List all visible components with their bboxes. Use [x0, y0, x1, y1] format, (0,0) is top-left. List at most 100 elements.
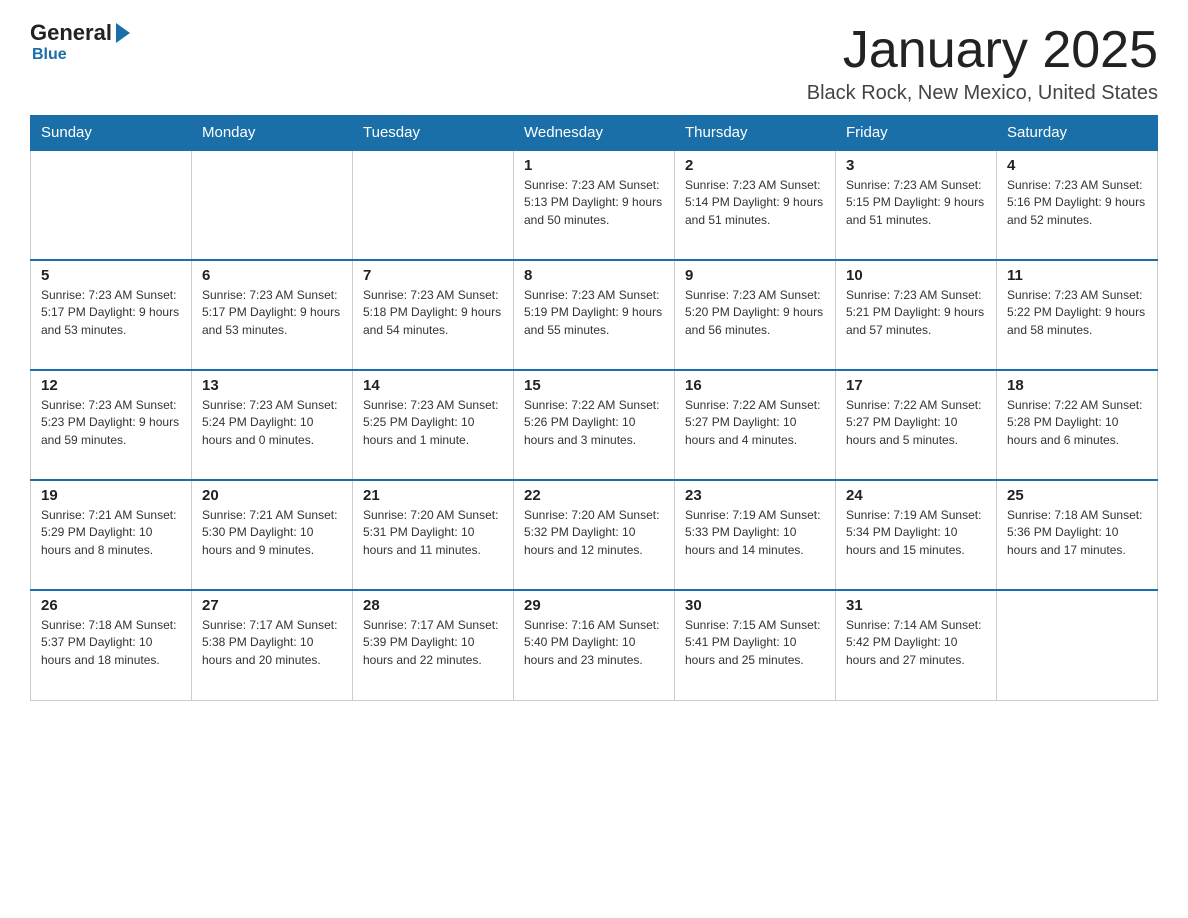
calendar-cell: 17 Sunrise: 7:22 AM Sunset: 5:27 PM Dayli… [836, 370, 997, 480]
day-info: Sunrise: 7:22 AM Sunset: 5:28 PM Dayligh… [1007, 397, 1147, 449]
calendar-cell: 25 Sunrise: 7:18 AM Sunset: 5:36 PM Dayli… [997, 480, 1158, 590]
day-info: Sunrise: 7:23 AM Sunset: 5:18 PM Dayligh… [363, 287, 503, 339]
day-number: 10 [846, 267, 986, 284]
calendar-header-row: SundayMondayTuesdayWednesdayThursdayFrid… [31, 116, 1158, 151]
calendar-cell: 2 Sunrise: 7:23 AM Sunset: 5:14 PM Daylig… [675, 150, 836, 260]
day-info: Sunrise: 7:21 AM Sunset: 5:29 PM Dayligh… [41, 507, 181, 559]
day-number: 25 [1007, 487, 1147, 504]
calendar-header-sunday: Sunday [31, 116, 192, 151]
calendar-week-4: 19 Sunrise: 7:21 AM Sunset: 5:29 PM Dayli… [31, 480, 1158, 590]
calendar-cell: 13Sunrise: 7:23 AM Sunset: 5:24 PM Dayli… [192, 370, 353, 480]
calendar-cell: 18 Sunrise: 7:22 AM Sunset: 5:28 PM Dayli… [997, 370, 1158, 480]
calendar-cell: 21Sunrise: 7:20 AM Sunset: 5:31 PM Dayli… [353, 480, 514, 590]
day-info: Sunrise: 7:22 AM Sunset: 5:27 PM Dayligh… [685, 397, 825, 449]
logo-arrow-icon [116, 23, 130, 43]
calendar-week-1: 1 Sunrise: 7:23 AM Sunset: 5:13 PM Daylig… [31, 150, 1158, 260]
calendar-header-wednesday: Wednesday [514, 116, 675, 151]
day-info: Sunrise: 7:23 AM Sunset: 5:25 PM Dayligh… [363, 397, 503, 449]
calendar-cell: 27 Sunrise: 7:17 AM Sunset: 5:38 PM Dayli… [192, 590, 353, 700]
calendar-cell: 7 Sunrise: 7:23 AM Sunset: 5:18 PM Daylig… [353, 260, 514, 370]
calendar-cell: 30Sunrise: 7:15 AM Sunset: 5:41 PM Dayli… [675, 590, 836, 700]
day-number: 23 [685, 487, 825, 504]
day-info: Sunrise: 7:22 AM Sunset: 5:27 PM Dayligh… [846, 397, 986, 449]
day-info: Sunrise: 7:23 AM Sunset: 5:21 PM Dayligh… [846, 287, 986, 339]
calendar-cell: 6 Sunrise: 7:23 AM Sunset: 5:17 PM Daylig… [192, 260, 353, 370]
day-info: Sunrise: 7:21 AM Sunset: 5:30 PM Dayligh… [202, 507, 342, 559]
day-info: Sunrise: 7:23 AM Sunset: 5:13 PM Dayligh… [524, 177, 664, 229]
calendar-week-2: 5Sunrise: 7:23 AM Sunset: 5:17 PM Daylig… [31, 260, 1158, 370]
day-number: 19 [41, 487, 181, 504]
day-info: Sunrise: 7:23 AM Sunset: 5:17 PM Dayligh… [202, 287, 342, 339]
day-number: 9 [685, 267, 825, 284]
day-number: 26 [41, 597, 181, 614]
day-info: Sunrise: 7:15 AM Sunset: 5:41 PM Dayligh… [685, 617, 825, 669]
calendar-cell: 19 Sunrise: 7:21 AM Sunset: 5:29 PM Dayli… [31, 480, 192, 590]
calendar-header-saturday: Saturday [997, 116, 1158, 151]
day-info: Sunrise: 7:22 AM Sunset: 5:26 PM Dayligh… [524, 397, 664, 449]
calendar-cell [353, 150, 514, 260]
day-info: Sunrise: 7:18 AM Sunset: 5:37 PM Dayligh… [41, 617, 181, 669]
day-number: 28 [363, 597, 503, 614]
day-number: 2 [685, 157, 825, 174]
day-info: Sunrise: 7:14 AM Sunset: 5:42 PM Dayligh… [846, 617, 986, 669]
calendar-cell: 9 Sunrise: 7:23 AM Sunset: 5:20 PM Daylig… [675, 260, 836, 370]
calendar-cell: 14 Sunrise: 7:23 AM Sunset: 5:25 PM Dayli… [353, 370, 514, 480]
calendar-header-friday: Friday [836, 116, 997, 151]
calendar-cell: 22 Sunrise: 7:20 AM Sunset: 5:32 PM Dayli… [514, 480, 675, 590]
month-title: January 2025 [807, 20, 1158, 80]
calendar-header-thursday: Thursday [675, 116, 836, 151]
calendar-cell [997, 590, 1158, 700]
calendar-cell: 3 Sunrise: 7:23 AM Sunset: 5:15 PM Daylig… [836, 150, 997, 260]
day-number: 6 [202, 267, 342, 284]
day-info: Sunrise: 7:16 AM Sunset: 5:40 PM Dayligh… [524, 617, 664, 669]
day-number: 7 [363, 267, 503, 284]
page-header: General Blue January 2025 Black Rock, Ne… [30, 20, 1158, 105]
day-info: Sunrise: 7:23 AM Sunset: 5:15 PM Dayligh… [846, 177, 986, 229]
day-info: Sunrise: 7:23 AM Sunset: 5:17 PM Dayligh… [41, 287, 181, 339]
calendar-cell: 16 Sunrise: 7:22 AM Sunset: 5:27 PM Dayli… [675, 370, 836, 480]
day-info: Sunrise: 7:20 AM Sunset: 5:32 PM Dayligh… [524, 507, 664, 559]
day-info: Sunrise: 7:17 AM Sunset: 5:38 PM Dayligh… [202, 617, 342, 669]
day-info: Sunrise: 7:20 AM Sunset: 5:31 PM Dayligh… [363, 507, 503, 559]
calendar-cell: 23 Sunrise: 7:19 AM Sunset: 5:33 PM Dayli… [675, 480, 836, 590]
day-info: Sunrise: 7:23 AM Sunset: 5:20 PM Dayligh… [685, 287, 825, 339]
day-number: 15 [524, 377, 664, 394]
day-number: 18 [1007, 377, 1147, 394]
logo: General Blue [30, 20, 132, 64]
day-info: Sunrise: 7:18 AM Sunset: 5:36 PM Dayligh… [1007, 507, 1147, 559]
day-info: Sunrise: 7:23 AM Sunset: 5:19 PM Dayligh… [524, 287, 664, 339]
calendar-cell: 5Sunrise: 7:23 AM Sunset: 5:17 PM Daylig… [31, 260, 192, 370]
day-number: 1 [524, 157, 664, 174]
day-info: Sunrise: 7:23 AM Sunset: 5:14 PM Dayligh… [685, 177, 825, 229]
day-number: 16 [685, 377, 825, 394]
day-number: 3 [846, 157, 986, 174]
day-number: 17 [846, 377, 986, 394]
title-area: January 2025 Black Rock, New Mexico, Uni… [807, 20, 1158, 105]
day-number: 8 [524, 267, 664, 284]
calendar-cell [31, 150, 192, 260]
day-number: 24 [846, 487, 986, 504]
day-number: 11 [1007, 267, 1147, 284]
calendar-cell: 28 Sunrise: 7:17 AM Sunset: 5:39 PM Dayli… [353, 590, 514, 700]
calendar-week-5: 26 Sunrise: 7:18 AM Sunset: 5:37 PM Dayli… [31, 590, 1158, 700]
day-number: 27 [202, 597, 342, 614]
location: Black Rock, New Mexico, United States [807, 82, 1158, 105]
calendar-cell [192, 150, 353, 260]
day-number: 20 [202, 487, 342, 504]
calendar-cell: 1 Sunrise: 7:23 AM Sunset: 5:13 PM Daylig… [514, 150, 675, 260]
day-number: 13 [202, 377, 342, 394]
day-number: 14 [363, 377, 503, 394]
day-info: Sunrise: 7:17 AM Sunset: 5:39 PM Dayligh… [363, 617, 503, 669]
calendar-cell: 4Sunrise: 7:23 AM Sunset: 5:16 PM Daylig… [997, 150, 1158, 260]
calendar-cell: 8 Sunrise: 7:23 AM Sunset: 5:19 PM Daylig… [514, 260, 675, 370]
day-info: Sunrise: 7:19 AM Sunset: 5:33 PM Dayligh… [685, 507, 825, 559]
day-number: 12 [41, 377, 181, 394]
calendar-cell: 29Sunrise: 7:16 AM Sunset: 5:40 PM Dayli… [514, 590, 675, 700]
calendar-cell: 20 Sunrise: 7:21 AM Sunset: 5:30 PM Dayli… [192, 480, 353, 590]
calendar-cell: 26 Sunrise: 7:18 AM Sunset: 5:37 PM Dayli… [31, 590, 192, 700]
day-info: Sunrise: 7:23 AM Sunset: 5:23 PM Dayligh… [41, 397, 181, 449]
calendar-week-3: 12 Sunrise: 7:23 AM Sunset: 5:23 PM Dayli… [31, 370, 1158, 480]
calendar-header-monday: Monday [192, 116, 353, 151]
calendar-cell: 24Sunrise: 7:19 AM Sunset: 5:34 PM Dayli… [836, 480, 997, 590]
day-number: 22 [524, 487, 664, 504]
